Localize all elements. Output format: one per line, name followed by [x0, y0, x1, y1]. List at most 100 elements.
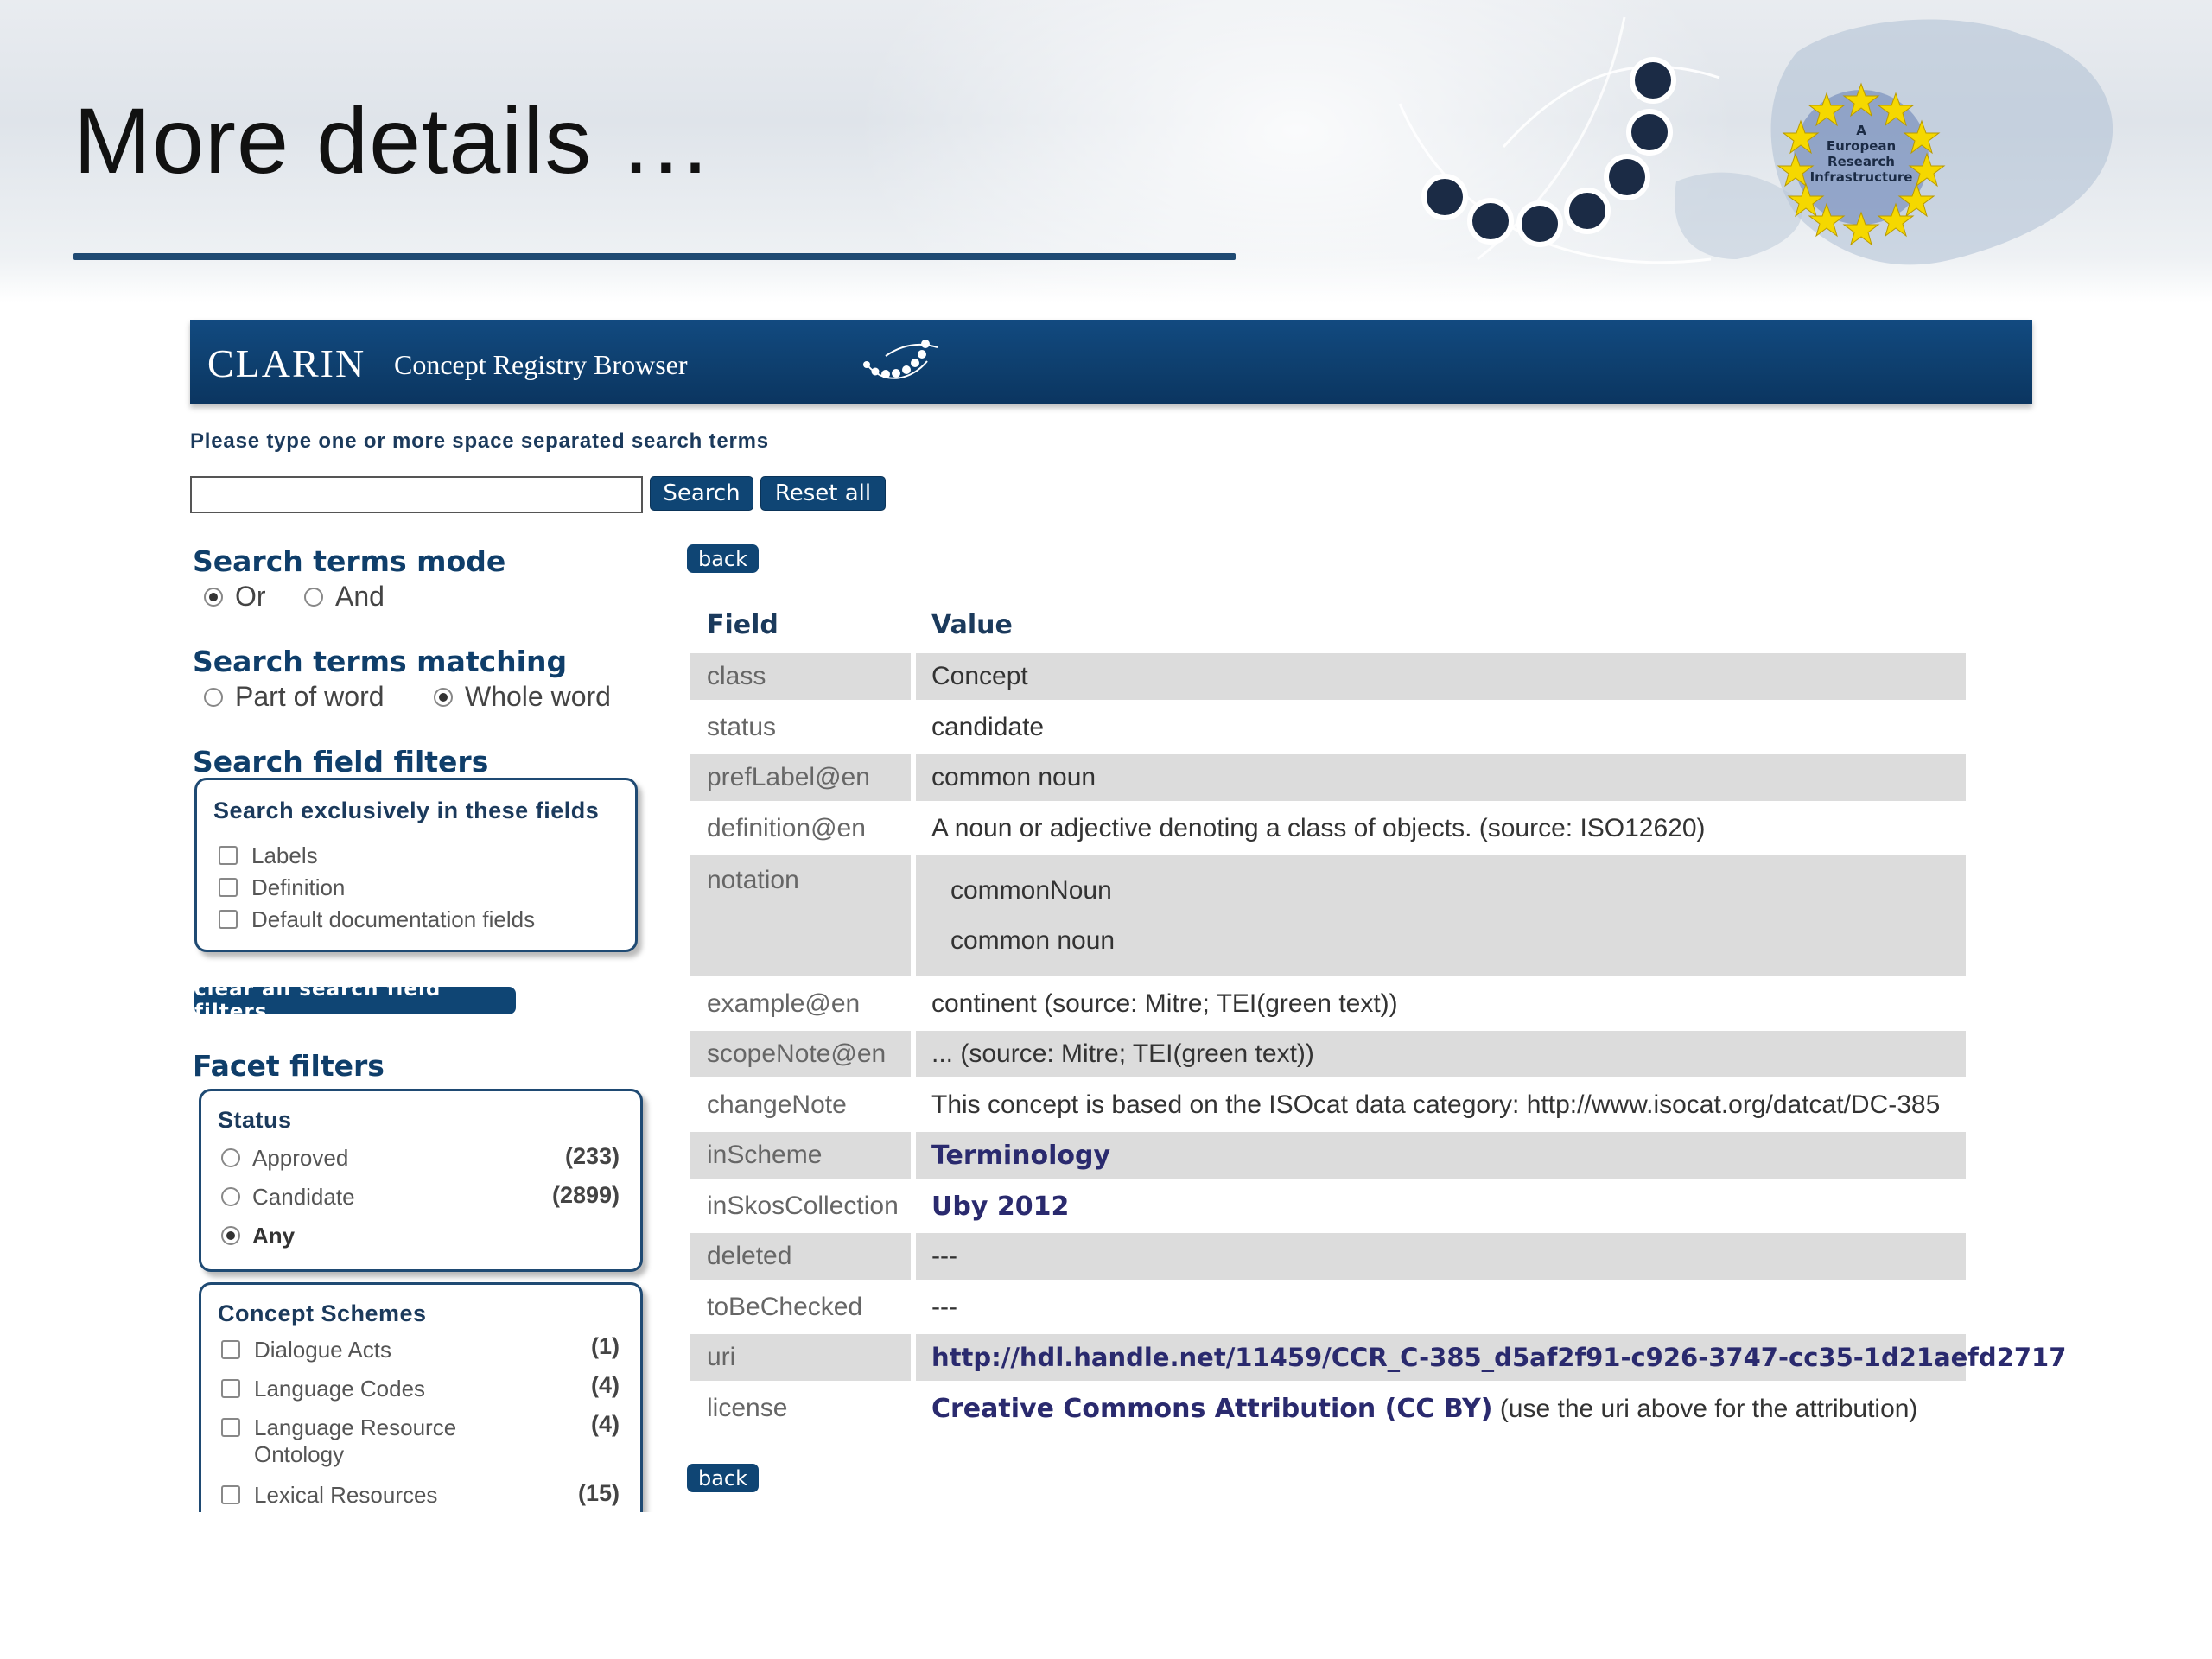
status-facet-box: Status Approved (233) Candidate (2899) A…	[199, 1089, 643, 1272]
table-row: status candidate	[690, 704, 1966, 751]
link-uri[interactable]: http://hdl.handle.net/11459/CCR_C-385_d5…	[931, 1343, 2066, 1372]
banner-dots-icon	[863, 340, 938, 379]
radio-approved[interactable]	[221, 1148, 240, 1167]
table-row: inSkosCollection Uby 2012	[690, 1183, 1966, 1230]
value-status: candidate	[931, 713, 1045, 741]
value-notation-1: commonNoun	[950, 876, 1112, 905]
value-deleted: ---	[931, 1242, 957, 1270]
link-uby-2012[interactable]: Uby 2012	[931, 1192, 1069, 1222]
status-candidate-count: (2899)	[551, 1182, 620, 1208]
field-license: license	[707, 1394, 788, 1422]
radio-candidate[interactable]	[221, 1187, 240, 1206]
radio-or[interactable]	[204, 587, 223, 607]
checkbox-labels[interactable]	[219, 846, 238, 865]
europe-map-graphic: A European Research Infrastructure	[1398, 16, 2113, 265]
mode-option-and-label: And	[335, 581, 385, 612]
filter-labels-label: Labels	[251, 842, 318, 868]
field-uri: uri	[707, 1343, 736, 1371]
search-field-filters-title: Search field filters	[193, 745, 489, 779]
table-row: inScheme Terminology	[690, 1132, 1966, 1179]
field-tobechecked: toBeChecked	[707, 1293, 863, 1321]
scheme-dialogue-acts[interactable]: Dialogue Acts	[221, 1337, 391, 1363]
table-row: prefLabel@en common noun	[690, 754, 1966, 801]
status-facet-title: Status	[218, 1107, 292, 1133]
mode-option-and[interactable]: And	[304, 581, 385, 613]
checkbox-default-docs[interactable]	[219, 910, 238, 929]
radio-and[interactable]	[304, 587, 323, 607]
matching-option-whole[interactable]: Whole word	[434, 681, 611, 713]
slide-title: More details …	[73, 88, 714, 193]
clarin-logo[interactable]: CLARIN	[207, 340, 365, 386]
search-input[interactable]	[190, 476, 643, 513]
checkbox-dialogue-acts[interactable]	[221, 1340, 240, 1359]
table-row: scopeNote@en ... (source: Mitre; TEI(gre…	[690, 1031, 1966, 1077]
table-row: notation commonNoun common noun	[690, 855, 1966, 976]
app-banner: CLARIN Concept Registry Browser	[190, 320, 2032, 404]
value-class: Concept	[931, 662, 1028, 690]
eu-logo-text-4: Infrastructure	[1810, 169, 1913, 185]
scheme-language-codes-label: Language Codes	[254, 1376, 426, 1402]
field-deleted: deleted	[707, 1242, 792, 1270]
field-example: example@en	[707, 989, 861, 1018]
table-row: example@en continent (source: Mitre; TEI…	[690, 981, 1966, 1027]
status-candidate-label: Candidate	[252, 1184, 355, 1210]
scheme-language-resource-ontology[interactable]: Language Resource Ontology	[221, 1414, 456, 1468]
filter-default-docs-label: Default documentation fields	[251, 906, 536, 932]
field-status: status	[707, 713, 777, 741]
radio-part-of-word[interactable]	[204, 687, 223, 707]
mode-option-or-label: Or	[235, 581, 266, 612]
scheme-language-codes[interactable]: Language Codes	[221, 1376, 425, 1402]
matching-option-part-label: Part of word	[235, 681, 385, 712]
search-terms-mode-title: Search terms mode	[193, 544, 506, 578]
reset-all-button[interactable]: Reset all	[760, 476, 886, 511]
eu-logo-text-3: Research	[1827, 154, 1895, 169]
search-terms-matching-title: Search terms matching	[193, 645, 568, 678]
matching-option-whole-label: Whole word	[465, 681, 611, 712]
checkbox-definition[interactable]	[219, 878, 238, 897]
title-rule	[73, 253, 1236, 260]
scheme-lexical-resources[interactable]: Lexical Resources	[221, 1482, 437, 1509]
search-button[interactable]: Search	[650, 476, 753, 511]
eu-logo-text-1: A	[1856, 123, 1866, 138]
value-definition: A noun or adjective denoting a class of …	[931, 814, 1706, 842]
table-row: deleted ---	[690, 1233, 1966, 1280]
scheme-language-resource-ontology-label: Language Resource Ontology	[254, 1414, 456, 1468]
matching-option-part[interactable]: Part of word	[204, 681, 385, 713]
clear-search-field-filters-button[interactable]: clear all search field filters	[194, 978, 516, 1023]
status-candidate[interactable]: Candidate	[221, 1184, 355, 1211]
value-tobechecked: ---	[931, 1293, 957, 1321]
field-class: class	[707, 662, 766, 690]
value-preflabel: common noun	[931, 763, 1096, 791]
mode-option-or[interactable]: Or	[204, 581, 266, 613]
value-example: continent (source: Mitre; TEI(green text…	[931, 989, 1398, 1018]
value-scopenote: ... (source: Mitre; TEI(green text))	[931, 1039, 1314, 1068]
checkbox-language-resource-ontology[interactable]	[221, 1418, 240, 1437]
filter-labels[interactable]: Labels	[219, 842, 318, 869]
field-filters-box: Search exclusively in these fields Label…	[194, 778, 638, 952]
back-button-bottom[interactable]: back	[687, 1464, 759, 1492]
schemes-facet-clip: Concept Schemes Dialogue Acts (1) Langua…	[195, 1277, 653, 1512]
value-changenote: This concept is based on the ISOcat data…	[931, 1090, 1941, 1119]
filter-definition-label: Definition	[251, 874, 346, 900]
search-hint: Please type one or more space separated …	[190, 429, 769, 453]
status-approved[interactable]: Approved	[221, 1145, 348, 1172]
link-terminology[interactable]: Terminology	[931, 1141, 1110, 1171]
checkbox-language-codes[interactable]	[221, 1379, 240, 1398]
cell-value	[916, 855, 1966, 976]
radio-whole-word[interactable]	[434, 687, 453, 707]
link-license-cc-by[interactable]: Creative Commons Attribution (CC BY)	[931, 1394, 1492, 1424]
table-row: toBeChecked ---	[690, 1284, 1966, 1331]
radio-any[interactable]	[221, 1226, 240, 1245]
scheme-language-codes-count: (4)	[591, 1372, 620, 1398]
concept-schemes-facet-box: Concept Schemes Dialogue Acts (1) Langua…	[199, 1282, 643, 1512]
status-any[interactable]: Any	[221, 1223, 295, 1249]
back-button-top[interactable]: back	[687, 544, 759, 573]
filter-default-docs[interactable]: Default documentation fields	[219, 906, 535, 933]
scheme-lro-label-line1: Language Resource	[254, 1414, 457, 1440]
cell-value	[916, 1233, 1966, 1280]
scheme-lexical-resources-count: (15)	[577, 1480, 620, 1506]
filter-definition[interactable]: Definition	[219, 874, 345, 901]
table-row: license Creative Commons Attribution (CC…	[690, 1385, 1966, 1432]
facet-filters-title: Facet filters	[193, 1049, 385, 1083]
checkbox-lexical-resources[interactable]	[221, 1485, 240, 1504]
